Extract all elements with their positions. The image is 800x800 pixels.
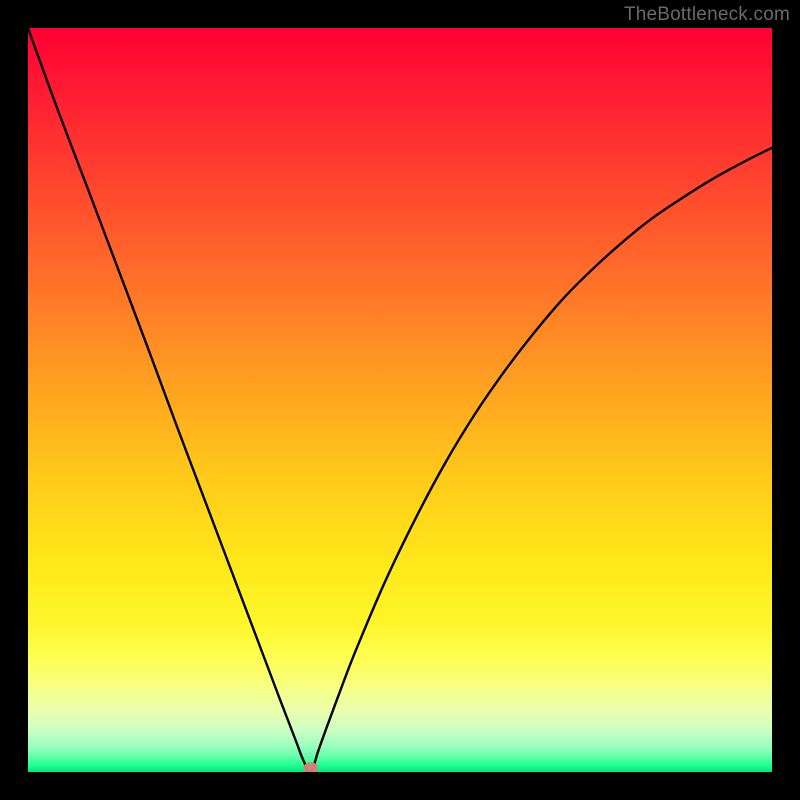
chart-frame: TheBottleneck.com (0, 0, 800, 800)
chart-svg (28, 28, 772, 772)
watermark-text: TheBottleneck.com (624, 4, 790, 26)
bottleneck-curve (28, 28, 772, 772)
plot-area (28, 28, 772, 772)
